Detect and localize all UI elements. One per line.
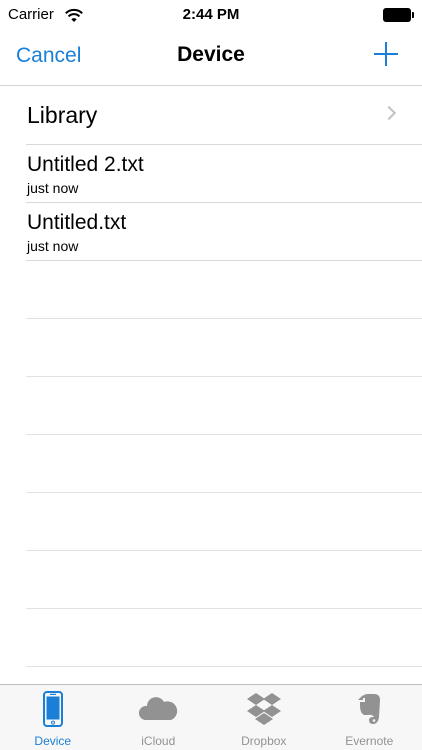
evernote-icon	[358, 694, 381, 724]
library-label: Library	[27, 102, 98, 128]
list-item[interactable]: Untitled 2.txt just now	[26, 145, 422, 203]
battery-icon	[383, 8, 414, 22]
file-list: Library Untitled 2.txt just now Untitled…	[0, 87, 422, 667]
tab-bar: Device iCloud Dropbox Evernote	[0, 684, 422, 750]
empty-row	[26, 551, 422, 609]
file-name: Untitled.txt	[27, 211, 127, 234]
library-row[interactable]: Library	[26, 87, 422, 145]
tab-label: Dropbox	[241, 734, 287, 748]
status-time: 2:44 PM	[182, 6, 240, 23]
tab-label: Evernote	[345, 734, 394, 748]
file-modified: just now	[27, 238, 79, 254]
tab-label: iCloud	[141, 734, 176, 748]
empty-row	[26, 377, 422, 435]
tab-icloud[interactable]: iCloud	[106, 685, 212, 750]
empty-row	[26, 435, 422, 493]
empty-row	[26, 319, 422, 377]
plus-icon[interactable]	[372, 40, 400, 68]
dropbox-icon	[246, 693, 281, 725]
navigation-bar: Cancel Device	[0, 30, 422, 86]
empty-row	[26, 261, 422, 319]
tab-dropbox[interactable]: Dropbox	[211, 685, 317, 750]
file-modified: just now	[27, 180, 79, 196]
cancel-button[interactable]: Cancel	[16, 44, 81, 68]
empty-row	[26, 609, 422, 667]
phone-icon	[42, 691, 63, 727]
file-name: Untitled 2.txt	[27, 153, 144, 176]
cloud-icon	[139, 697, 178, 720]
tab-label: Device	[34, 734, 72, 748]
list-item[interactable]: Untitled.txt just now	[26, 203, 422, 261]
status-bar: Carrier 2:44 PM	[0, 0, 422, 30]
tab-evernote[interactable]: Evernote	[317, 685, 422, 750]
empty-row	[26, 493, 422, 551]
tab-device[interactable]: Device	[0, 685, 106, 750]
chevron-right-icon	[381, 105, 397, 121]
